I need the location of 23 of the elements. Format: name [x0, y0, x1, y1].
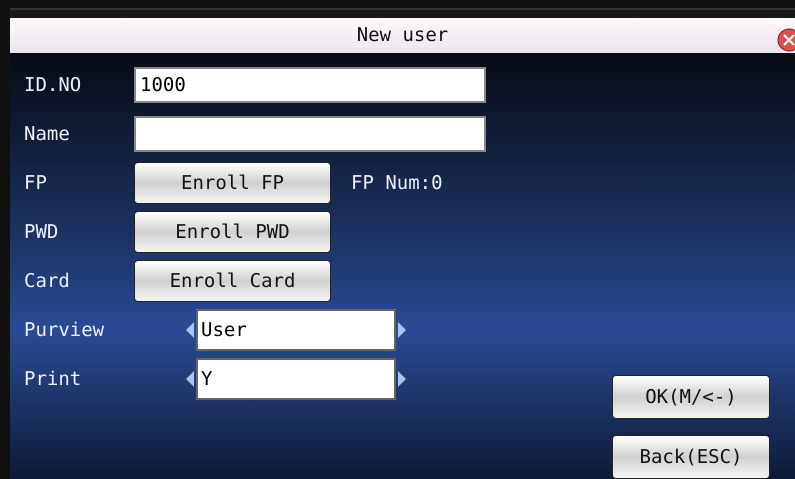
field-label: Print [24, 368, 82, 390]
ok-button[interactable]: OK(M/<-) [612, 375, 770, 419]
right-arrow-icon[interactable] [398, 322, 406, 338]
select-field[interactable]: User [196, 309, 396, 351]
field-label: PWD [24, 221, 60, 243]
input-field[interactable]: 1000 [134, 67, 486, 103]
close-icon[interactable] [777, 28, 795, 52]
select-field[interactable]: Y [196, 358, 396, 400]
enroll-button[interactable]: Enroll PWD [134, 211, 331, 253]
field-label: Card [24, 270, 71, 292]
back-button[interactable]: Back(ESC) [612, 435, 770, 479]
fp-count: FP Num:0 [351, 172, 443, 194]
enroll-button[interactable]: Enroll FP [134, 162, 331, 204]
field-label: ID.NO [24, 74, 82, 96]
enroll-button[interactable]: Enroll Card [134, 260, 331, 302]
left-arrow-icon[interactable] [186, 371, 194, 387]
field-label: Purview [24, 319, 106, 341]
field-label: Name [24, 123, 71, 145]
field-label: FP [24, 172, 48, 194]
left-arrow-icon[interactable] [186, 322, 194, 338]
right-arrow-icon[interactable] [398, 371, 406, 387]
input-field[interactable] [134, 116, 486, 152]
window-title: New user [356, 24, 448, 46]
